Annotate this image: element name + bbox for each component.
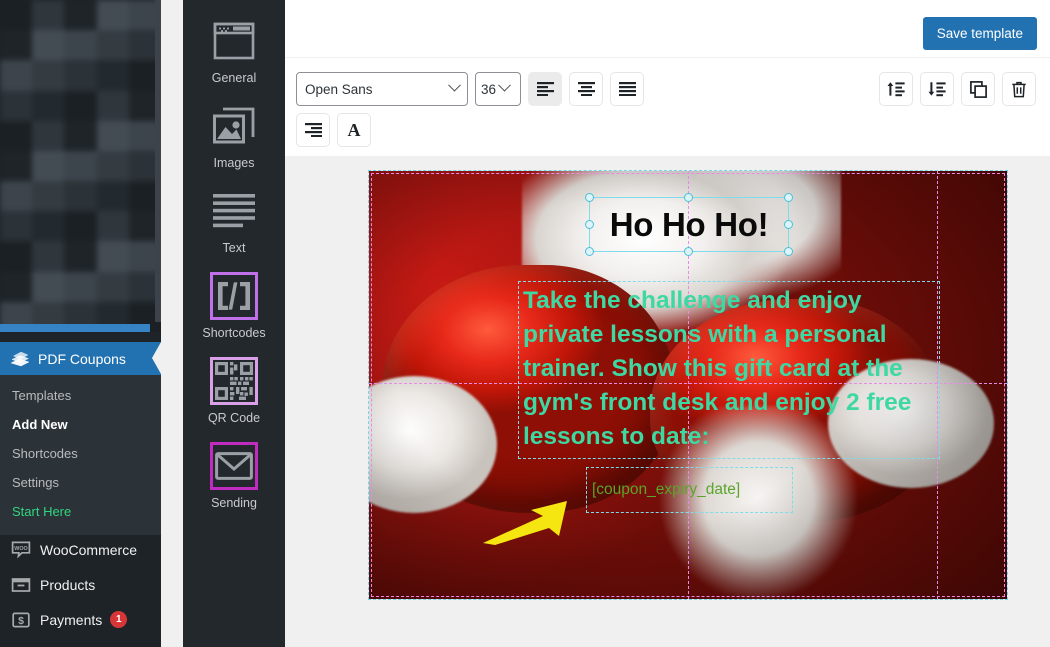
submenu-item-start-here[interactable]: Start Here	[0, 497, 161, 526]
chevron-down-icon	[498, 78, 511, 92]
font-size-value: 36	[481, 81, 497, 97]
code-brackets-icon	[210, 272, 258, 320]
text-format-toolbar: Open Sans 36 A	[285, 57, 1050, 156]
active-menu-notch	[152, 342, 161, 374]
rail-item-label: QR Code	[207, 411, 261, 425]
redacted-menu-region	[0, 0, 161, 332]
text-lines-icon	[210, 187, 258, 235]
pdf-coupon-template-editor: PDF Coupons Templates Add New Shortcodes Se…	[0, 0, 1050, 647]
submenu-item-shortcodes[interactable]: Shortcodes	[0, 439, 161, 468]
qr-code-icon	[210, 357, 258, 405]
blurred-menu-tiles	[0, 0, 161, 332]
yellow-arrow-icon	[481, 498, 571, 551]
font-family-select[interactable]: Open Sans	[296, 72, 468, 106]
text-object-expiry-date[interactable]: [coupon_expiry_date]	[586, 467, 793, 513]
sidebar-item-label: Products	[40, 576, 96, 593]
rail-item-label: Images	[213, 156, 255, 170]
font-size-select[interactable]: 36	[475, 72, 521, 106]
wp-admin-sidebar: PDF Coupons Templates Add New Shortcodes Se…	[0, 0, 161, 647]
rail-item-label: General	[211, 71, 257, 85]
template-editor-main: Save template Open Sans 36 A Ho Ho Ho! T…	[285, 0, 1050, 647]
canvas-viewport: Ho Ho Ho! Take the challenge and enjoy p…	[285, 156, 1050, 647]
sidebar-item-label: WooCommerce	[40, 541, 137, 558]
rail-item-general[interactable]: General	[183, 0, 285, 85]
submenu-item-label: Add New	[12, 417, 68, 432]
sidebar-accent-bar	[0, 324, 150, 332]
text-object-title[interactable]: Ho Ho Ho!	[585, 193, 793, 256]
expiry-date-shortcode: [coupon_expiry_date]	[592, 481, 741, 498]
rail-item-qr-code[interactable]: QR Code	[183, 340, 285, 425]
title-text: Ho Ho Ho!	[609, 205, 769, 243]
resize-handle-ml[interactable]	[585, 219, 594, 229]
editor-top-bar: Save template	[285, 0, 1050, 57]
woo-bubble-icon: WOO	[11, 540, 31, 560]
rail-item-shortcodes[interactable]: Shortcodes	[183, 255, 285, 340]
resize-handle-br[interactable]	[784, 247, 793, 256]
submenu-item-label: Settings	[12, 475, 59, 490]
rail-item-text[interactable]: Text	[183, 170, 285, 255]
submenu-item-label: Shortcodes	[12, 446, 78, 461]
builder-element-rail: General Images Text Shortcodes QR Code Sendin…	[183, 0, 285, 647]
font-color-letter: A	[347, 119, 361, 140]
text-object-body[interactable]: Take the challenge and enjoy private les…	[518, 281, 940, 459]
align-right-button[interactable]	[296, 113, 330, 147]
sidebar-scrollbar[interactable]	[155, 0, 161, 322]
sidebar-item-label: Payments	[40, 611, 103, 628]
wp-admin-bottom-menu: WOO WooCommerce Products $ Payments 1	[0, 532, 161, 637]
object-actions-group	[879, 72, 1036, 106]
template-canvas[interactable]: Ho Ho Ho! Take the challenge and enjoy p…	[368, 170, 1008, 600]
submenu-item-label: Start Here	[12, 504, 72, 519]
rail-item-label: Sending	[211, 496, 257, 510]
resize-handle-tr[interactable]	[784, 193, 793, 202]
rail-item-images[interactable]: Images	[183, 85, 285, 170]
sidebar-item-payments[interactable]: $ Payments 1	[0, 602, 161, 637]
align-left-button[interactable]	[528, 72, 562, 106]
resize-handle-bl[interactable]	[585, 247, 594, 256]
body-text: Take the challenge and enjoy private les…	[523, 287, 912, 450]
rail-item-label: Text	[222, 241, 246, 255]
submenu-item-add-new[interactable]: Add New	[0, 410, 161, 439]
align-justify-button[interactable]	[610, 72, 644, 106]
font-color-button[interactable]: A	[337, 113, 371, 147]
window-layout-icon	[210, 17, 258, 65]
payments-dollar-icon: $	[11, 610, 31, 630]
envelope-icon	[210, 442, 258, 490]
align-center-button[interactable]	[569, 72, 603, 106]
products-box-icon	[11, 575, 31, 595]
coupons-stack-icon	[10, 350, 30, 368]
toolbar-row-2: A	[296, 113, 1050, 147]
bring-forward-button[interactable]	[879, 72, 913, 106]
save-template-button[interactable]: Save template	[922, 17, 1037, 50]
font-family-value: Open Sans	[305, 81, 373, 97]
rail-item-sending[interactable]: Sending	[183, 425, 285, 510]
notification-badge: 1	[110, 611, 128, 628]
sidebar-item-label: PDF Coupons	[38, 350, 126, 367]
rail-item-label: Shortcodes	[202, 326, 266, 340]
resize-handle-bc[interactable]	[684, 247, 693, 256]
duplicate-button[interactable]	[961, 72, 995, 106]
delete-button[interactable]	[1002, 72, 1036, 106]
submenu-item-label: Templates	[12, 388, 72, 403]
image-stack-icon	[210, 102, 258, 150]
resize-handle-tc[interactable]	[684, 193, 693, 202]
sidebar-item-woocommerce[interactable]: WOO WooCommerce	[0, 532, 161, 567]
chevron-down-icon	[448, 78, 461, 92]
send-backward-button[interactable]	[920, 72, 954, 106]
svg-text:WOO: WOO	[14, 545, 27, 551]
submenu-item-settings[interactable]: Settings	[0, 468, 161, 497]
submenu-item-templates[interactable]: Templates	[0, 381, 161, 410]
svg-text:$: $	[18, 615, 24, 627]
sidebar-item-pdf-coupons[interactable]: PDF Coupons	[0, 342, 161, 375]
sidebar-item-products[interactable]: Products	[0, 567, 161, 602]
resize-handle-tl[interactable]	[585, 193, 594, 202]
pdf-coupons-submenu: Templates Add New Shortcodes Settings Start …	[0, 375, 161, 535]
resize-handle-mr[interactable]	[784, 219, 793, 229]
